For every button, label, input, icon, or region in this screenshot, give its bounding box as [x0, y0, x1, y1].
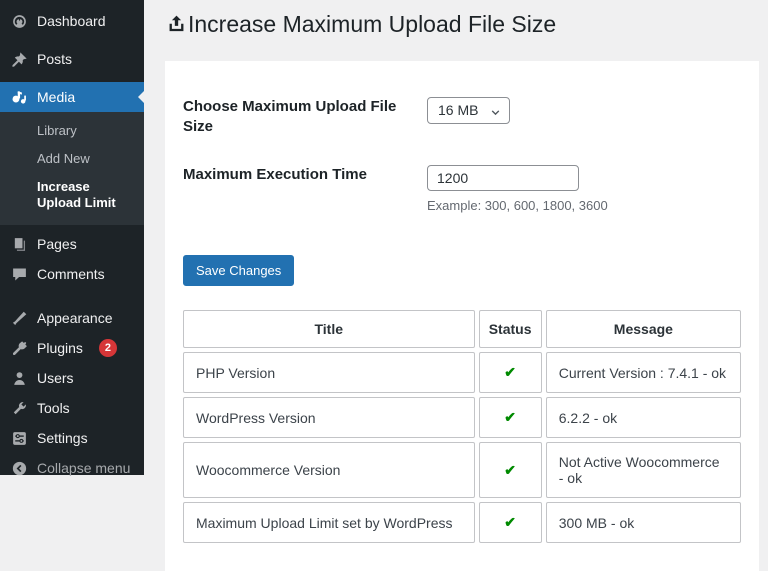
page-title: Increase Maximum Upload File Size	[166, 10, 759, 40]
table-header-row: Title Status Message	[183, 310, 741, 348]
status-check-icon: ✔	[479, 397, 542, 438]
row-title: Woocommerce Version	[183, 442, 475, 498]
upload-size-row: Choose Maximum Upload File Size 16 MB	[183, 97, 741, 138]
sidebar-item-label: Appearance	[37, 309, 113, 327]
sidebar-item-label: Posts	[37, 50, 72, 68]
media-submenu: Library Add New Increase Upload Limit	[0, 112, 144, 225]
sidebar-item-posts[interactable]: Posts	[0, 44, 144, 74]
media-icon	[10, 88, 28, 106]
sidebar-item-tools[interactable]: Tools	[0, 393, 144, 423]
sidebar-item-plugins[interactable]: Plugins 2	[0, 333, 144, 363]
paintbrush-icon	[10, 309, 28, 327]
status-check-icon: ✔	[479, 352, 542, 393]
sidebar-item-increase-upload-limit[interactable]: Increase Upload Limit	[0, 173, 144, 217]
sidebar-item-label: Settings	[37, 429, 88, 447]
status-table: Title Status Message PHP Version ✔ Curre…	[179, 306, 745, 547]
upload-size-select[interactable]: 16 MB	[427, 97, 510, 124]
sidebar-item-pages[interactable]: Pages	[0, 229, 144, 259]
sidebar-item-label: Library	[37, 123, 77, 138]
sidebar-item-label: Comments	[37, 265, 105, 283]
row-message: 300 MB - ok	[546, 502, 741, 543]
upload-icon	[166, 14, 187, 35]
admin-sidebar: Dashboard Posts Media Library Add New In…	[0, 0, 144, 475]
main-content: Increase Maximum Upload File Size Choose…	[144, 0, 768, 475]
page-title-text: Increase Maximum Upload File Size	[188, 10, 556, 40]
save-changes-button[interactable]: Save Changes	[183, 255, 294, 286]
sidebar-item-label: Plugins	[37, 339, 83, 357]
status-check-icon: ✔	[479, 502, 542, 543]
sidebar-item-label: Dashboard	[37, 12, 106, 30]
settings-card: Choose Maximum Upload File Size 16 MB Ma…	[165, 61, 759, 571]
row-title: WordPress Version	[183, 397, 475, 438]
upload-size-select-wrap: 16 MB	[427, 97, 510, 124]
sidebar-item-media[interactable]: Media	[0, 82, 144, 112]
row-message: Current Version : 7.4.1 - ok	[546, 352, 741, 393]
dashboard-gauge-icon	[10, 12, 28, 30]
sidebar-item-label: Tools	[37, 399, 70, 417]
comment-icon	[10, 265, 28, 283]
status-check-icon: ✔	[479, 442, 542, 498]
wrench-icon	[10, 399, 28, 417]
pushpin-icon	[10, 50, 28, 68]
plug-icon	[10, 339, 28, 357]
exec-time-hint: Example: 300, 600, 1800, 3600	[427, 198, 608, 213]
table-row: WordPress Version ✔ 6.2.2 - ok	[183, 397, 741, 438]
exec-time-label: Maximum Execution Time	[183, 165, 397, 185]
sidebar-item-label: Media	[37, 88, 75, 106]
row-title: PHP Version	[183, 352, 475, 393]
collapse-arrow-icon	[10, 459, 28, 477]
column-header-status: Status	[479, 310, 542, 348]
upload-size-label: Choose Maximum Upload File Size	[183, 97, 397, 138]
sidebar-item-users[interactable]: Users	[0, 363, 144, 393]
sidebar-item-dashboard[interactable]: Dashboard	[0, 6, 144, 36]
table-row: Maximum Upload Limit set by WordPress ✔ …	[183, 502, 741, 543]
sidebar-item-label: Add New	[37, 151, 90, 166]
row-message: Not Active Woocommerce - ok	[546, 442, 741, 498]
settings-sliders-icon	[10, 429, 28, 447]
exec-time-field-group: Example: 300, 600, 1800, 3600	[427, 165, 608, 213]
table-row: PHP Version ✔ Current Version : 7.4.1 - …	[183, 352, 741, 393]
sidebar-item-settings[interactable]: Settings	[0, 423, 144, 453]
exec-time-row: Maximum Execution Time Example: 300, 600…	[183, 165, 741, 213]
sidebar-item-add-new[interactable]: Add New	[0, 145, 144, 173]
row-title: Maximum Upload Limit set by WordPress	[183, 502, 475, 543]
table-row: Woocommerce Version ✔ Not Active Woocomm…	[183, 442, 741, 498]
sidebar-item-comments[interactable]: Comments	[0, 259, 144, 289]
column-header-title: Title	[183, 310, 475, 348]
sidebar-item-label: Users	[37, 369, 74, 387]
sidebar-item-library[interactable]: Library	[0, 117, 144, 145]
pages-icon	[10, 235, 28, 253]
sidebar-item-label: Pages	[37, 235, 77, 253]
sidebar-item-label: Increase Upload Limit	[37, 179, 116, 210]
user-icon	[10, 369, 28, 387]
column-header-message: Message	[546, 310, 741, 348]
sidebar-item-label: Collapse menu	[37, 459, 130, 477]
collapse-menu-button[interactable]: Collapse menu	[0, 453, 144, 483]
sidebar-item-appearance[interactable]: Appearance	[0, 303, 144, 333]
exec-time-input[interactable]	[427, 165, 579, 191]
plugins-update-badge: 2	[99, 339, 117, 357]
row-message: 6.2.2 - ok	[546, 397, 741, 438]
